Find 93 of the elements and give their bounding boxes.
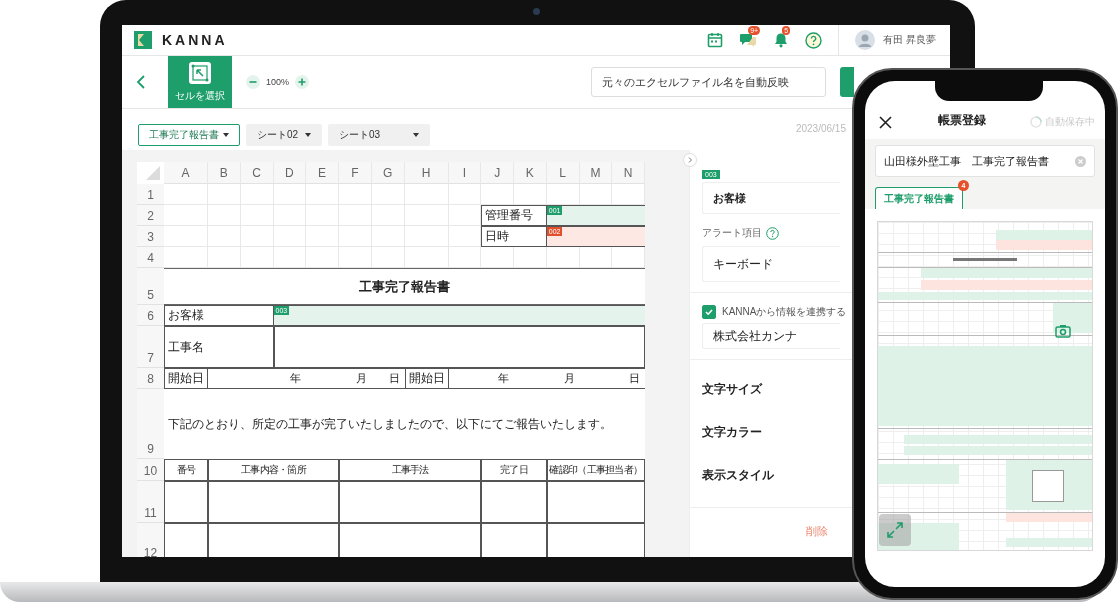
select-all-icon[interactable] — [146, 166, 160, 180]
logo-icon — [134, 31, 152, 49]
linked-value-field[interactable]: 株式会社カンナ — [702, 323, 840, 349]
column-header[interactable]: K — [514, 162, 547, 184]
sheet-tab[interactable]: シート03 — [328, 124, 430, 146]
row-header[interactable]: 10 — [137, 459, 164, 481]
help-icon[interactable] — [766, 226, 779, 240]
user-name[interactable]: 有田 昇良夢 — [883, 33, 936, 47]
cell-label: 開始日 — [164, 368, 208, 389]
setting-label: 文字サイズ — [702, 381, 762, 398]
row-header[interactable]: 7 — [137, 326, 164, 368]
setting-label: 文字カラー — [702, 424, 762, 441]
zoom-level: 100% — [266, 77, 290, 87]
date-unit-label: 日 — [579, 368, 645, 389]
row-header[interactable]: 1 — [137, 184, 164, 205]
document-name-field[interactable]: 山田様外壁工事 工事完了報告書 — [875, 145, 1095, 177]
row-header[interactable]: 12 — [137, 523, 164, 557]
chat-icon[interactable] — [739, 32, 758, 48]
table-cell — [481, 523, 547, 557]
expand-icon — [885, 520, 905, 540]
table-header-cell: 番号 — [164, 459, 208, 481]
column-header[interactable]: L — [546, 162, 580, 184]
file-name-field[interactable]: 元々のエクセルファイル名を自動反映 — [591, 67, 826, 97]
caret-icon — [305, 133, 311, 137]
cell-label: 管理番号 — [481, 205, 547, 226]
table-cell — [481, 481, 547, 523]
link-checkbox[interactable] — [702, 305, 716, 319]
date-label: 2023/06/15 — [795, 123, 846, 134]
column-header[interactable]: A — [164, 162, 208, 184]
column-header[interactable]: C — [240, 162, 274, 184]
alert-item-label: アラート項目 — [702, 226, 762, 240]
column-header[interactable]: H — [404, 162, 449, 184]
sheet-tab[interactable]: シート02 — [246, 124, 322, 146]
column-header[interactable]: J — [481, 162, 514, 184]
column-header[interactable]: D — [273, 162, 307, 184]
row-header[interactable]: 4 — [137, 247, 164, 268]
cell-label: 開始日 — [404, 368, 449, 389]
clear-icon[interactable] — [1075, 155, 1086, 167]
row-header[interactable]: 2 — [137, 205, 164, 226]
row-header[interactable]: 8 — [137, 368, 164, 389]
calendar-icon[interactable] — [707, 32, 724, 48]
back-icon[interactable] — [136, 75, 146, 89]
date-unit-label: 月 — [306, 368, 372, 389]
camera-dot — [533, 8, 540, 15]
form-tab[interactable]: 工事完了報告書 — [875, 187, 963, 209]
logo-text: KANNA — [162, 32, 228, 48]
help-icon[interactable] — [805, 31, 823, 49]
zoom-out-icon[interactable] — [246, 75, 260, 89]
date-unit-label: 年 — [208, 368, 307, 389]
column-header[interactable]: I — [448, 162, 482, 184]
column-header[interactable]: E — [306, 162, 339, 184]
row-header[interactable]: 9 — [137, 389, 164, 459]
table-header-cell: 確認印（工事担当者） — [546, 459, 645, 481]
column-header[interactable]: N — [612, 162, 645, 184]
row-header[interactable]: 5 — [137, 268, 164, 305]
select-cell-icon — [188, 61, 212, 85]
sheet-title: 工事完了報告書 — [164, 268, 645, 305]
table-cell — [164, 481, 208, 523]
table-header-cell: 完了日 — [481, 459, 547, 481]
caret-icon — [223, 133, 229, 137]
input-type-select[interactable]: キーボード — [702, 246, 840, 282]
table-cell — [164, 523, 208, 557]
cell-label: 日時 — [481, 226, 547, 247]
select-cell-tool[interactable]: セルを選択 — [168, 56, 232, 108]
camera-icon[interactable] — [1055, 324, 1071, 338]
row-header[interactable]: 6 — [137, 305, 164, 326]
row-header[interactable]: 3 — [137, 226, 164, 247]
close-icon[interactable] — [879, 116, 892, 129]
column-header[interactable]: G — [371, 162, 405, 184]
table-header-cell: 工事内容・箇所 — [208, 459, 339, 481]
column-header[interactable]: F — [339, 162, 372, 184]
cell-label: お客様 — [164, 305, 274, 326]
table-header-cell: 工事手法 — [339, 459, 482, 481]
bell-icon[interactable] — [773, 32, 790, 48]
caret-icon — [413, 133, 419, 137]
sheet-tab[interactable]: 工事完了報告書 — [138, 124, 240, 146]
column-header[interactable]: B — [208, 162, 241, 184]
screen-title: 帳票登録 — [938, 112, 986, 129]
date-unit-label: 年 — [448, 368, 514, 389]
expand-button[interactable] — [879, 514, 911, 546]
cell-label: 工事名 — [164, 326, 274, 368]
date-unit-label: 日 — [371, 368, 405, 389]
save-button[interactable] — [840, 67, 854, 97]
row-header[interactable]: 11 — [137, 481, 164, 523]
setting-label: 表示スタイル — [702, 467, 774, 484]
field-name-field[interactable]: お客様 — [702, 182, 840, 214]
spinner-icon — [1030, 116, 1042, 128]
zoom-in-icon[interactable] — [295, 75, 310, 89]
checkbox-label: KANNAから情報を連携する — [722, 305, 847, 319]
check-icon — [704, 307, 714, 317]
column-header[interactable]: M — [579, 162, 613, 184]
avatar-icon — [855, 30, 876, 50]
date-unit-label: 月 — [514, 368, 580, 389]
